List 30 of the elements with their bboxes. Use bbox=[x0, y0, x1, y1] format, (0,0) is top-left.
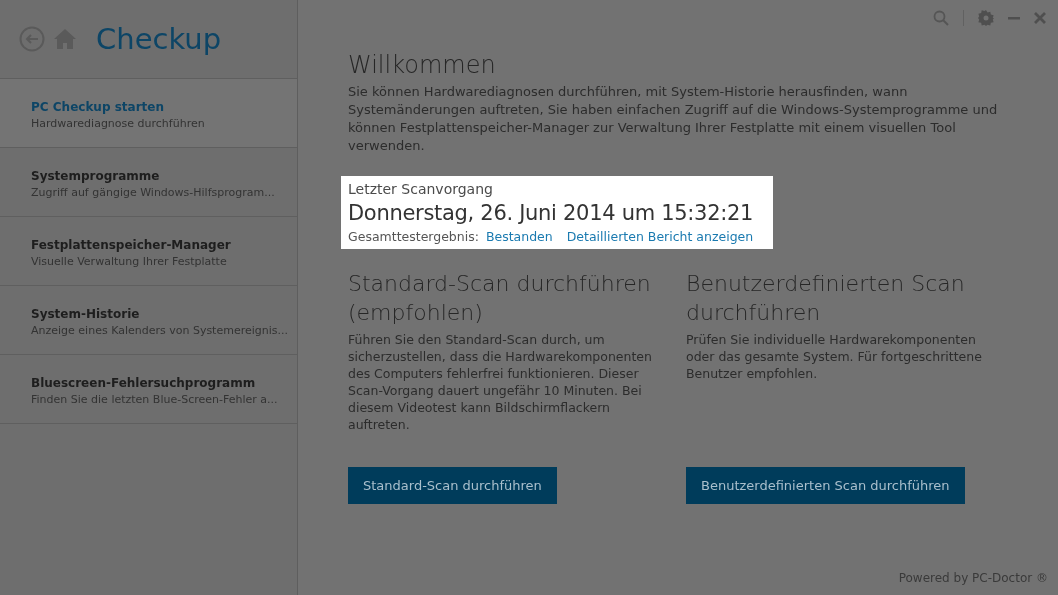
welcome-heading: Willkommen bbox=[348, 50, 497, 80]
item-title: Festplattenspeicher-Manager bbox=[31, 237, 232, 254]
welcome-text: Sie können Hardwarediagnosen durchführen, mit System-Historie herausfinden, wann Systemänderungen auftreten, Sie haben einfachen Zugriff auf die Windows-Systemprogramme und können Festplattenspeicher-Manager zur Verwaltung Ihrer Festplatte mit einem visuellen Tool verwenden. bbox=[348, 83, 999, 155]
item-title: Bluescreen-Fehlersuchprogramm bbox=[31, 375, 257, 392]
item-subtitle: Anzeige eines Kalenders von Systemereignis... bbox=[31, 323, 290, 339]
search-icon[interactable] bbox=[933, 10, 949, 26]
item-title: Systemprogramme bbox=[31, 168, 161, 185]
scan-heading: Standard-Scan durchführen (empfohlen) bbox=[348, 270, 652, 327]
item-subtitle: Zugriff auf gängige Windows-Hilfsprogram... bbox=[31, 185, 276, 201]
result-value: Bestanden bbox=[485, 228, 553, 247]
item-subtitle: Finden Sie die letzten Blue-Screen-Fehler a... bbox=[31, 392, 279, 408]
item-title: PC Checkup starten bbox=[31, 99, 165, 116]
item-subtitle: Visuelle Verwaltung Ihrer Festplatte bbox=[31, 254, 228, 270]
sidebar-item[interactable]: PC Checkup starten Hardwarediagnose durchführen bbox=[0, 79, 297, 148]
scan-button[interactable]: Standard-Scan durchführen bbox=[348, 467, 557, 504]
close-icon[interactable] bbox=[1034, 12, 1046, 24]
scan-button[interactable]: Benutzerdefinierten Scan durchführen bbox=[686, 467, 965, 504]
scan-heading: Benutzerdefinierten Scan durchführen bbox=[686, 270, 966, 327]
settings-icon[interactable] bbox=[978, 10, 994, 26]
app-title: Checkup bbox=[96, 24, 222, 54]
item-subtitle: Hardwarediagnose durchführen bbox=[31, 116, 206, 132]
scan-description: Prüfen Sie individuelle Hardwarekomponenten oder das gesamte System. Für fortgeschrittene Benutzer empfohlen. bbox=[686, 331, 983, 383]
last-scan-date: Donnerstag, 26. Juni 2014 um 15:32:21 bbox=[348, 200, 755, 227]
minimize-icon[interactable] bbox=[1008, 16, 1020, 20]
result-label: Gesamttestergebnis: bbox=[348, 228, 479, 247]
scan-description: Führen Sie den Standard-Scan durch, um sicherzustellen, dass die Hardwarekomponenten des Computers fehlerfrei funktionieren. Dieser Scan-Vorgang dauert ungefähr 10 Minuten. Bei diesem Videotest kann Bildschirmflackern auftreten. bbox=[348, 331, 653, 434]
item-title: System-Historie bbox=[31, 306, 141, 323]
report-link[interactable]: Detaillierten Bericht anzeigen bbox=[566, 228, 754, 247]
last-scan-label: Letzter Scanvorgang bbox=[348, 180, 494, 199]
footer-text: Powered by PC-Doctor ® bbox=[898, 570, 1048, 587]
